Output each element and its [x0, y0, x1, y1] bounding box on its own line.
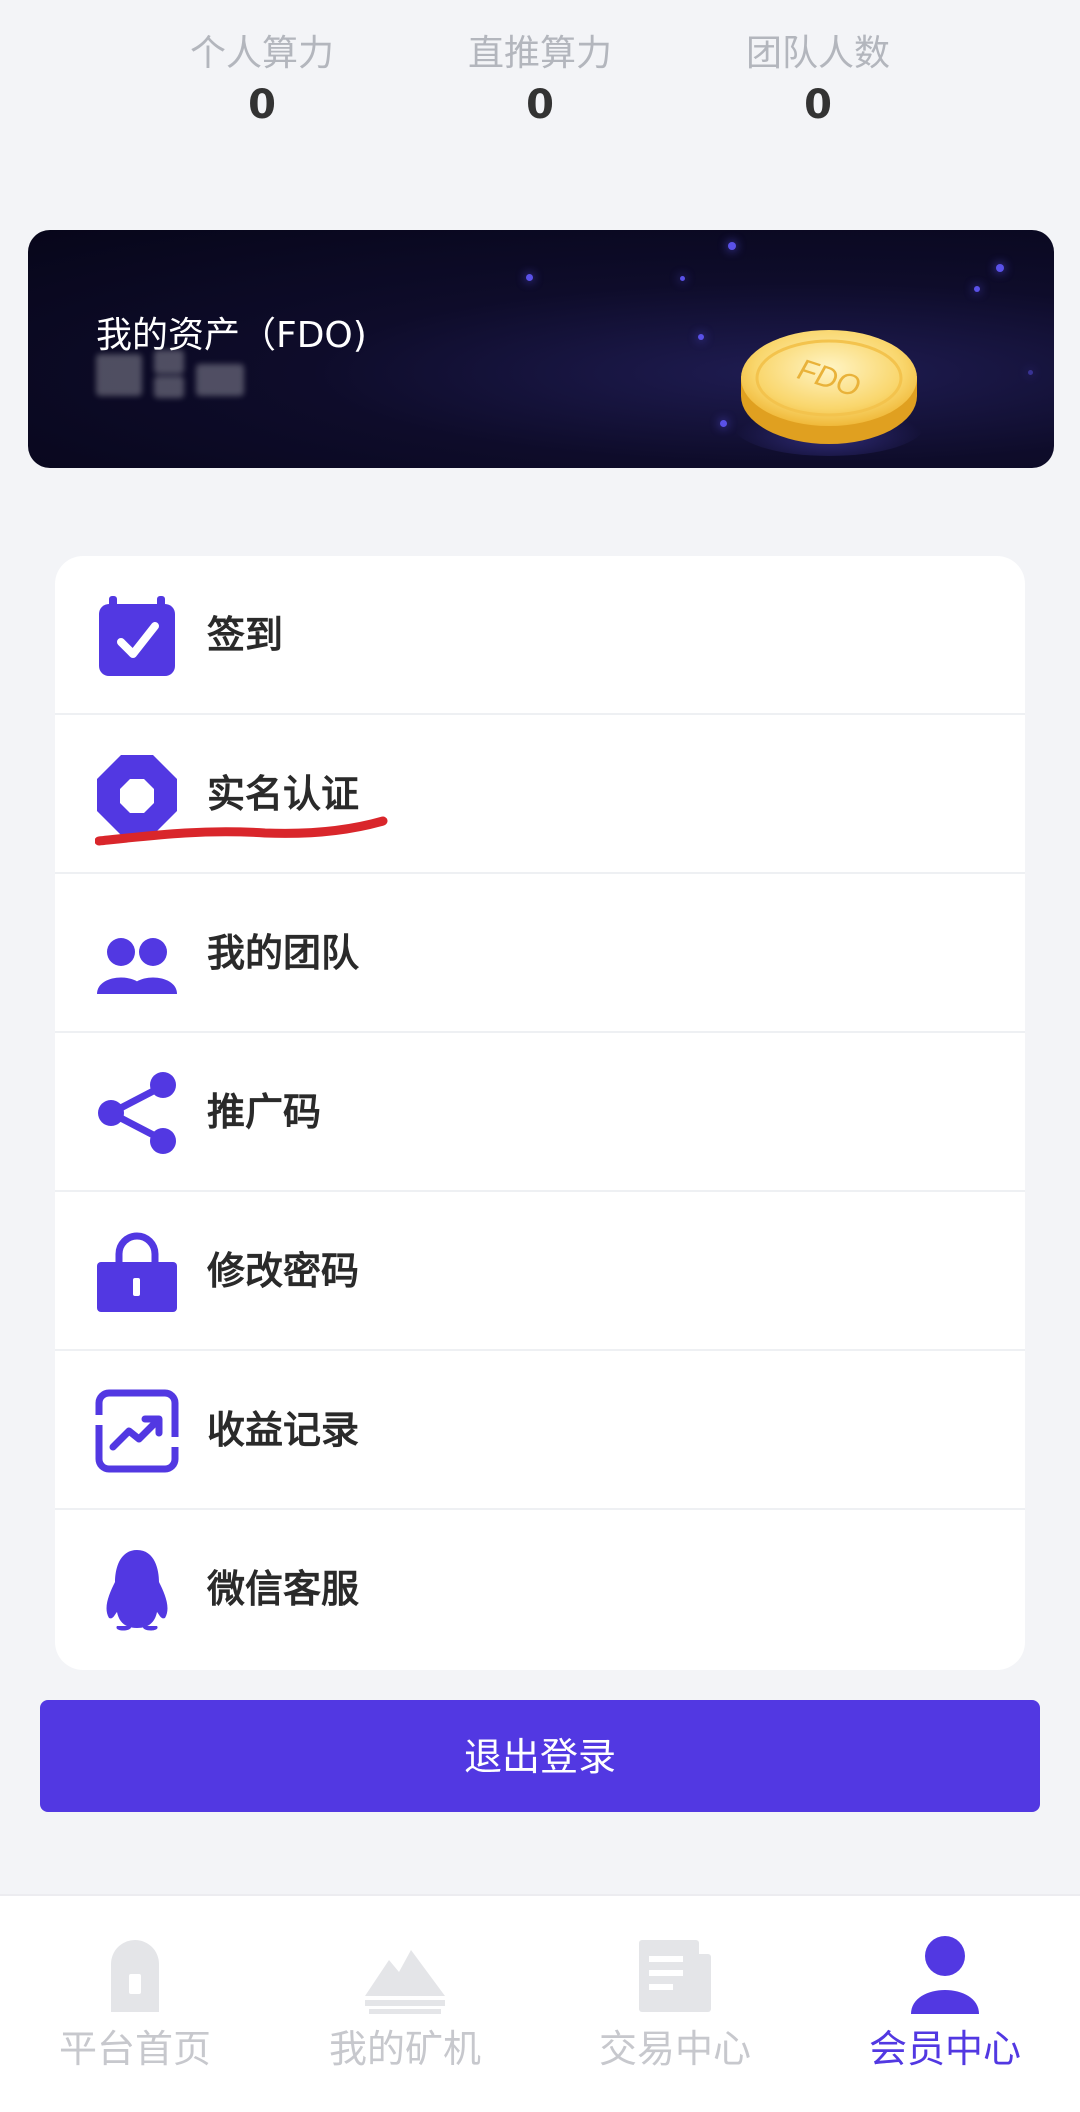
menu-item-earnings-record[interactable]: 收益记录: [55, 1351, 1025, 1510]
stat-team-size: 团队人数 0: [698, 28, 938, 130]
document-icon: [639, 1940, 711, 2012]
nav-item-my-miner[interactable]: 我的矿机: [270, 1934, 540, 2084]
menu-item-wechat-support[interactable]: 微信客服: [55, 1510, 1025, 1669]
logout-button[interactable]: 退出登录: [40, 1700, 1040, 1812]
trend-icon: [95, 1389, 179, 1473]
menu-item-my-team[interactable]: 我的团队: [55, 874, 1025, 1033]
nav-label: 平台首页: [58, 2027, 211, 2071]
bottom-nav-bar: 平台首页 我的矿机 交易中心 会员中心: [0, 1894, 1080, 2112]
menu-item-label: 推广码: [207, 1090, 322, 1134]
nav-item-home[interactable]: 平台首页: [0, 1934, 270, 2084]
user-icon: [911, 1936, 979, 2014]
menu-item-label: 微信客服: [207, 1567, 360, 1611]
stat-label: 团队人数: [745, 33, 890, 74]
nav-label: 我的矿机: [328, 2027, 481, 2071]
stat-label: 直推算力: [467, 33, 612, 74]
stat-value: 0: [804, 82, 832, 128]
stat-value: 0: [248, 82, 276, 128]
menu-item-real-name-verification[interactable]: 实名认证: [55, 715, 1025, 874]
nav-item-member-center[interactable]: 会员中心: [810, 1934, 1080, 2084]
red-underline-annotation: [95, 816, 388, 846]
stat-value: 0: [526, 82, 554, 128]
stats-row: 个人算力 0 直推算力 0 团队人数 0: [0, 28, 1080, 138]
nav-label: 交易中心: [598, 2027, 751, 2071]
menu-item-checkin[interactable]: 签到: [55, 556, 1025, 715]
nav-label: 会员中心: [868, 2027, 1021, 2071]
stat-direct-power: 直推算力 0: [420, 28, 660, 130]
home-icon: [111, 1940, 159, 2012]
menu-item-label: 收益记录: [207, 1408, 360, 1452]
calendar-check-icon: [99, 596, 175, 676]
team-icon: [97, 938, 177, 994]
member-menu: 签到 实名认证 我的团队 推广码 修改密码 收益记录 微信客服: [55, 556, 1025, 1670]
nav-item-trading-center[interactable]: 交易中心: [540, 1934, 810, 2084]
member-center-page: 个人算力 0 直推算力 0 团队人数 0 我的资产（FDO) FDO 签到 实名…: [0, 0, 1080, 2112]
share-icon: [98, 1072, 176, 1154]
mountain-icon: [365, 1950, 445, 2014]
menu-item-change-password[interactable]: 修改密码: [55, 1192, 1025, 1351]
stat-label: 个人算力: [189, 33, 334, 74]
menu-item-label: 修改密码: [207, 1249, 360, 1293]
penguin-icon: [106, 1550, 168, 1631]
menu-item-promo-code[interactable]: 推广码: [55, 1033, 1025, 1192]
stat-personal-power: 个人算力 0: [142, 28, 382, 130]
lock-icon: [97, 1232, 177, 1312]
menu-item-label: 签到: [207, 613, 284, 657]
asset-card[interactable]: 我的资产（FDO) FDO: [28, 230, 1054, 468]
fdo-coin-icon: FDO: [734, 330, 924, 456]
asset-balance-redacted: [96, 350, 256, 410]
menu-item-label: 我的团队: [207, 931, 360, 975]
